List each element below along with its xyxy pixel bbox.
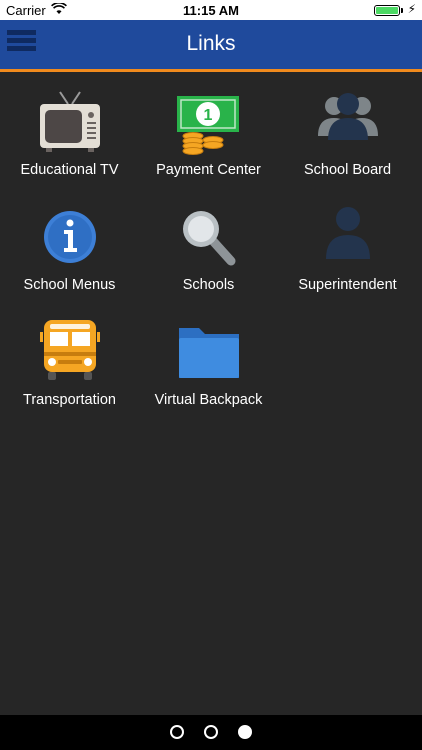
link-school-menus[interactable]: School Menus: [0, 203, 139, 313]
link-transportation[interactable]: Transportation: [0, 318, 139, 428]
link-label: Schools: [182, 277, 235, 293]
link-school-board[interactable]: School Board: [278, 88, 417, 198]
link-label: Educational TV: [20, 162, 119, 178]
link-schools[interactable]: Schools: [139, 203, 278, 313]
battery-icon: [374, 5, 400, 16]
link-payment-center[interactable]: 1 Payment Center: [139, 88, 278, 198]
tv-icon: [36, 88, 104, 156]
bus-icon: [36, 318, 104, 386]
person-icon: [314, 203, 382, 271]
page-dot-1[interactable]: [170, 725, 184, 739]
info-icon: [36, 203, 104, 271]
svg-text:1: 1: [204, 107, 213, 124]
link-virtual-backpack[interactable]: Virtual Backpack: [139, 318, 278, 428]
page-dot-3[interactable]: [238, 725, 252, 739]
status-bar: Carrier 11:15 AM ⚡: [0, 0, 422, 20]
link-superintendent[interactable]: Superintendent: [278, 203, 417, 313]
money-icon: 1: [175, 88, 243, 156]
charging-icon: ⚡: [407, 2, 416, 16]
link-label: Superintendent: [298, 277, 397, 293]
link-label: School Menus: [23, 277, 116, 293]
clock: 11:15 AM: [183, 3, 239, 18]
page-title: Links: [186, 32, 236, 55]
link-educational-tv[interactable]: Educational TV: [0, 88, 139, 198]
search-icon: [175, 203, 243, 271]
group-icon: [314, 88, 382, 156]
link-label: Payment Center: [156, 162, 261, 178]
battery-tip: [401, 8, 403, 13]
folder-icon: [175, 318, 243, 386]
link-label: Transportation: [23, 392, 116, 408]
page-dot-2[interactable]: [204, 725, 218, 739]
link-label: School Board: [303, 162, 392, 178]
navigation-bar: Links: [0, 20, 422, 72]
page-indicator: [0, 715, 422, 750]
link-label: Virtual Backpack: [154, 392, 263, 408]
